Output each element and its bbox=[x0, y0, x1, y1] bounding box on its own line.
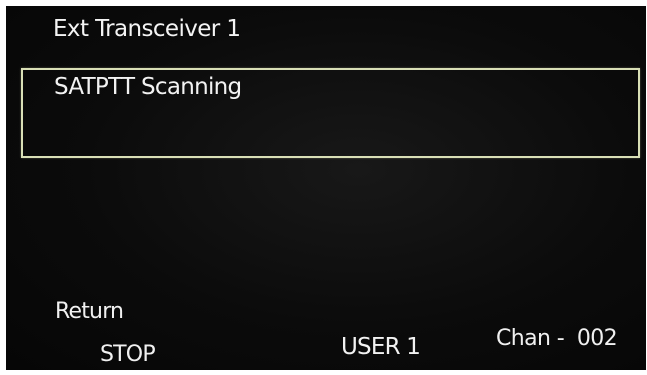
user-indicator: USER 1 bbox=[341, 334, 421, 360]
device-bezel: Ext Transceiver 1 SATPTT Scanning Return… bbox=[0, 0, 647, 375]
display-screen: Ext Transceiver 1 SATPTT Scanning Return… bbox=[6, 6, 646, 370]
page-title: Ext Transceiver 1 bbox=[53, 16, 241, 42]
status-text: SATPTT Scanning bbox=[54, 74, 242, 100]
channel-indicator: Chan - 002 bbox=[496, 326, 618, 351]
status-panel: SATPTT Scanning bbox=[21, 68, 640, 158]
return-button[interactable]: Return bbox=[55, 299, 124, 324]
stop-button[interactable]: STOP bbox=[100, 342, 156, 367]
